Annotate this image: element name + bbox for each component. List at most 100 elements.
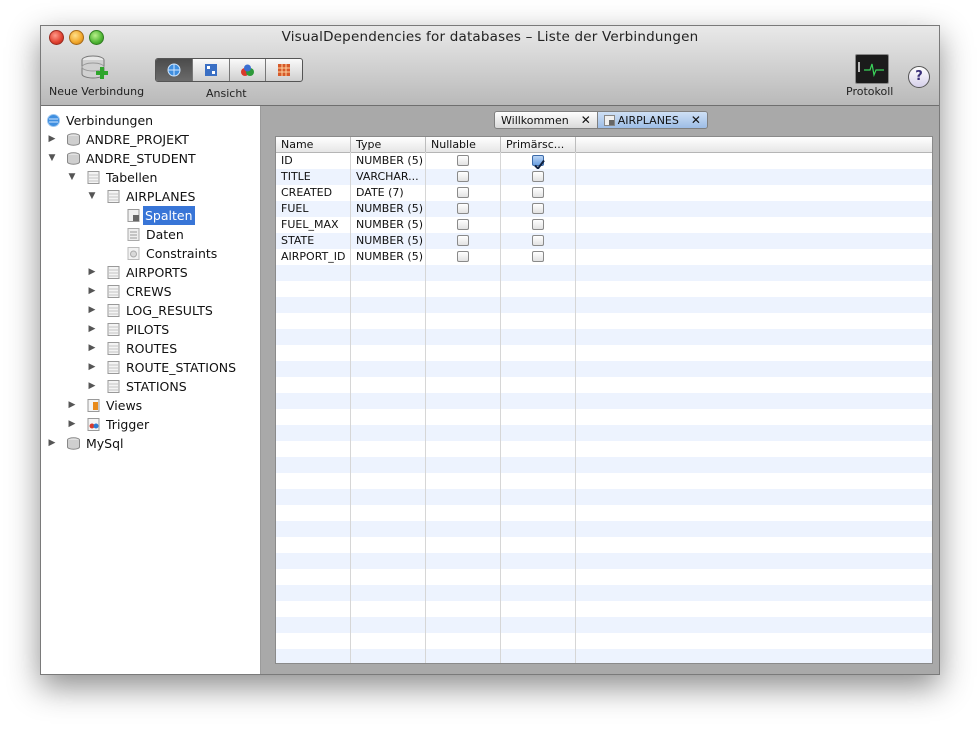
empty-row xyxy=(276,585,932,601)
close-tab-icon[interactable]: ✕ xyxy=(581,113,591,127)
table-icon xyxy=(107,190,120,203)
document-tabs[interactable]: Willkommen ✕ AIRPLANES ✕ xyxy=(494,111,708,129)
nullable-checkbox[interactable] xyxy=(457,235,469,246)
disclosure-right-icon[interactable]: ▶ xyxy=(67,396,77,415)
empty-row xyxy=(276,425,932,441)
columns-icon xyxy=(127,209,140,222)
table-icon xyxy=(107,266,120,279)
table-row[interactable]: FUEL_MAX NUMBER (5) xyxy=(276,217,932,233)
column-header-type[interactable]: Type xyxy=(351,137,426,152)
primary-key-checkbox[interactable] xyxy=(532,235,544,246)
nullable-checkbox[interactable] xyxy=(457,171,469,182)
disclosure-down-icon[interactable]: ▼ xyxy=(67,168,77,187)
primary-key-checkbox[interactable] xyxy=(532,171,544,182)
database-icon xyxy=(67,133,80,146)
new-connection-label[interactable]: Neue Verbindung xyxy=(49,85,144,98)
database-icon xyxy=(67,152,80,165)
cell-type: NUMBER (5) xyxy=(356,154,423,167)
view-segmented-control[interactable] xyxy=(155,58,303,82)
disclosure-down-icon[interactable]: ▼ xyxy=(47,149,57,168)
column-divider xyxy=(575,152,576,663)
column-divider xyxy=(500,152,501,663)
empty-row xyxy=(276,649,932,663)
table-row[interactable]: AIRPORT_ID NUMBER (5) xyxy=(276,249,932,265)
table-row[interactable]: ID NUMBER (5) xyxy=(276,153,932,171)
disclosure-right-icon[interactable]: ▶ xyxy=(87,263,97,282)
empty-row xyxy=(276,441,932,457)
table-icon xyxy=(107,380,120,393)
constraints-icon xyxy=(127,247,140,260)
connection-tree[interactable]: Verbindungen ▶ ANDRE_PROJEKT ▼ ANDRE_STU… xyxy=(41,106,261,674)
log-label[interactable]: Protokoll xyxy=(846,85,893,98)
column-header-name[interactable]: Name xyxy=(276,137,351,152)
primary-key-checkbox[interactable] xyxy=(532,219,544,230)
nullable-checkbox[interactable] xyxy=(457,155,469,166)
table-row[interactable]: FUEL NUMBER (5) xyxy=(276,201,932,217)
new-connection-icon[interactable] xyxy=(81,54,109,84)
empty-row xyxy=(276,521,932,537)
help-icon[interactable]: ? xyxy=(908,66,930,88)
views-icon xyxy=(87,399,100,412)
table-row[interactable]: STATE NUMBER (5) xyxy=(276,233,932,249)
column-header-primary[interactable]: Primärsc... xyxy=(501,137,576,152)
primary-key-checkbox[interactable] xyxy=(532,155,545,171)
columns-icon xyxy=(603,114,615,126)
table-icon xyxy=(107,361,120,374)
column-header-nullable[interactable]: Nullable xyxy=(426,137,501,152)
disclosure-right-icon[interactable]: ▶ xyxy=(87,282,97,301)
primary-key-checkbox[interactable] xyxy=(532,187,544,198)
shapes-icon xyxy=(241,64,255,76)
columns-table[interactable]: Name Type Nullable Primärsc... ID NUMBER … xyxy=(275,136,933,664)
disclosure-right-icon[interactable]: ▶ xyxy=(47,434,57,453)
tab-willkommen[interactable]: Willkommen ✕ xyxy=(495,112,597,128)
content-area: Willkommen ✕ AIRPLANES ✕ Name Type Nulla… xyxy=(261,106,939,674)
view-label: Ansicht xyxy=(206,87,247,100)
empty-row xyxy=(276,297,932,313)
nullable-checkbox[interactable] xyxy=(457,187,469,198)
disclosure-right-icon[interactable]: ▶ xyxy=(87,320,97,339)
empty-row xyxy=(276,569,932,585)
empty-row xyxy=(276,313,932,329)
log-monitor-icon[interactable] xyxy=(855,54,889,84)
globe-icon xyxy=(167,63,181,77)
view-shapes-button[interactable] xyxy=(230,59,267,81)
table-row[interactable]: TITLE VARCHAR... xyxy=(276,169,932,185)
disclosure-right-icon[interactable]: ▶ xyxy=(47,130,57,149)
view-globe-button[interactable] xyxy=(156,59,193,81)
view-diagram-button[interactable] xyxy=(193,59,230,81)
nullable-checkbox[interactable] xyxy=(457,251,469,262)
disclosure-down-icon[interactable]: ▼ xyxy=(87,187,97,206)
view-grid-button[interactable] xyxy=(266,59,302,81)
database-icon xyxy=(67,437,80,450)
data-icon xyxy=(127,228,140,241)
app-window: VisualDependencies for databases – Liste… xyxy=(40,25,940,675)
disclosure-right-icon[interactable]: ▶ xyxy=(87,339,97,358)
window-title: VisualDependencies for databases – Liste… xyxy=(281,29,699,45)
trigger-icon xyxy=(87,418,100,431)
table-row[interactable]: CREATED DATE (7) xyxy=(276,185,932,201)
close-tab-icon[interactable]: ✕ xyxy=(691,113,701,127)
cell-name: TITLE xyxy=(281,170,311,183)
table-icon xyxy=(107,304,120,317)
nullable-checkbox[interactable] xyxy=(457,203,469,214)
empty-row xyxy=(276,473,932,489)
empty-row xyxy=(276,553,932,569)
primary-key-checkbox[interactable] xyxy=(532,251,544,262)
cell-name: FUEL xyxy=(281,202,309,215)
disclosure-right-icon[interactable]: ▶ xyxy=(87,377,97,396)
globe-icon xyxy=(47,114,60,127)
empty-row xyxy=(276,409,932,425)
tab-airplanes[interactable]: AIRPLANES ✕ xyxy=(596,112,707,128)
table-icon xyxy=(107,342,120,355)
cell-name: STATE xyxy=(281,234,315,247)
empty-row xyxy=(276,265,932,281)
disclosure-right-icon[interactable]: ▶ xyxy=(67,415,77,434)
disclosure-right-icon[interactable]: ▶ xyxy=(87,301,97,320)
primary-key-checkbox[interactable] xyxy=(532,203,544,214)
disclosure-right-icon[interactable]: ▶ xyxy=(87,358,97,377)
cell-type: NUMBER (5) xyxy=(356,218,423,231)
empty-row xyxy=(276,281,932,297)
nullable-checkbox[interactable] xyxy=(457,219,469,230)
empty-row xyxy=(276,377,932,393)
title-toolbar: VisualDependencies for databases – Liste… xyxy=(41,26,939,106)
